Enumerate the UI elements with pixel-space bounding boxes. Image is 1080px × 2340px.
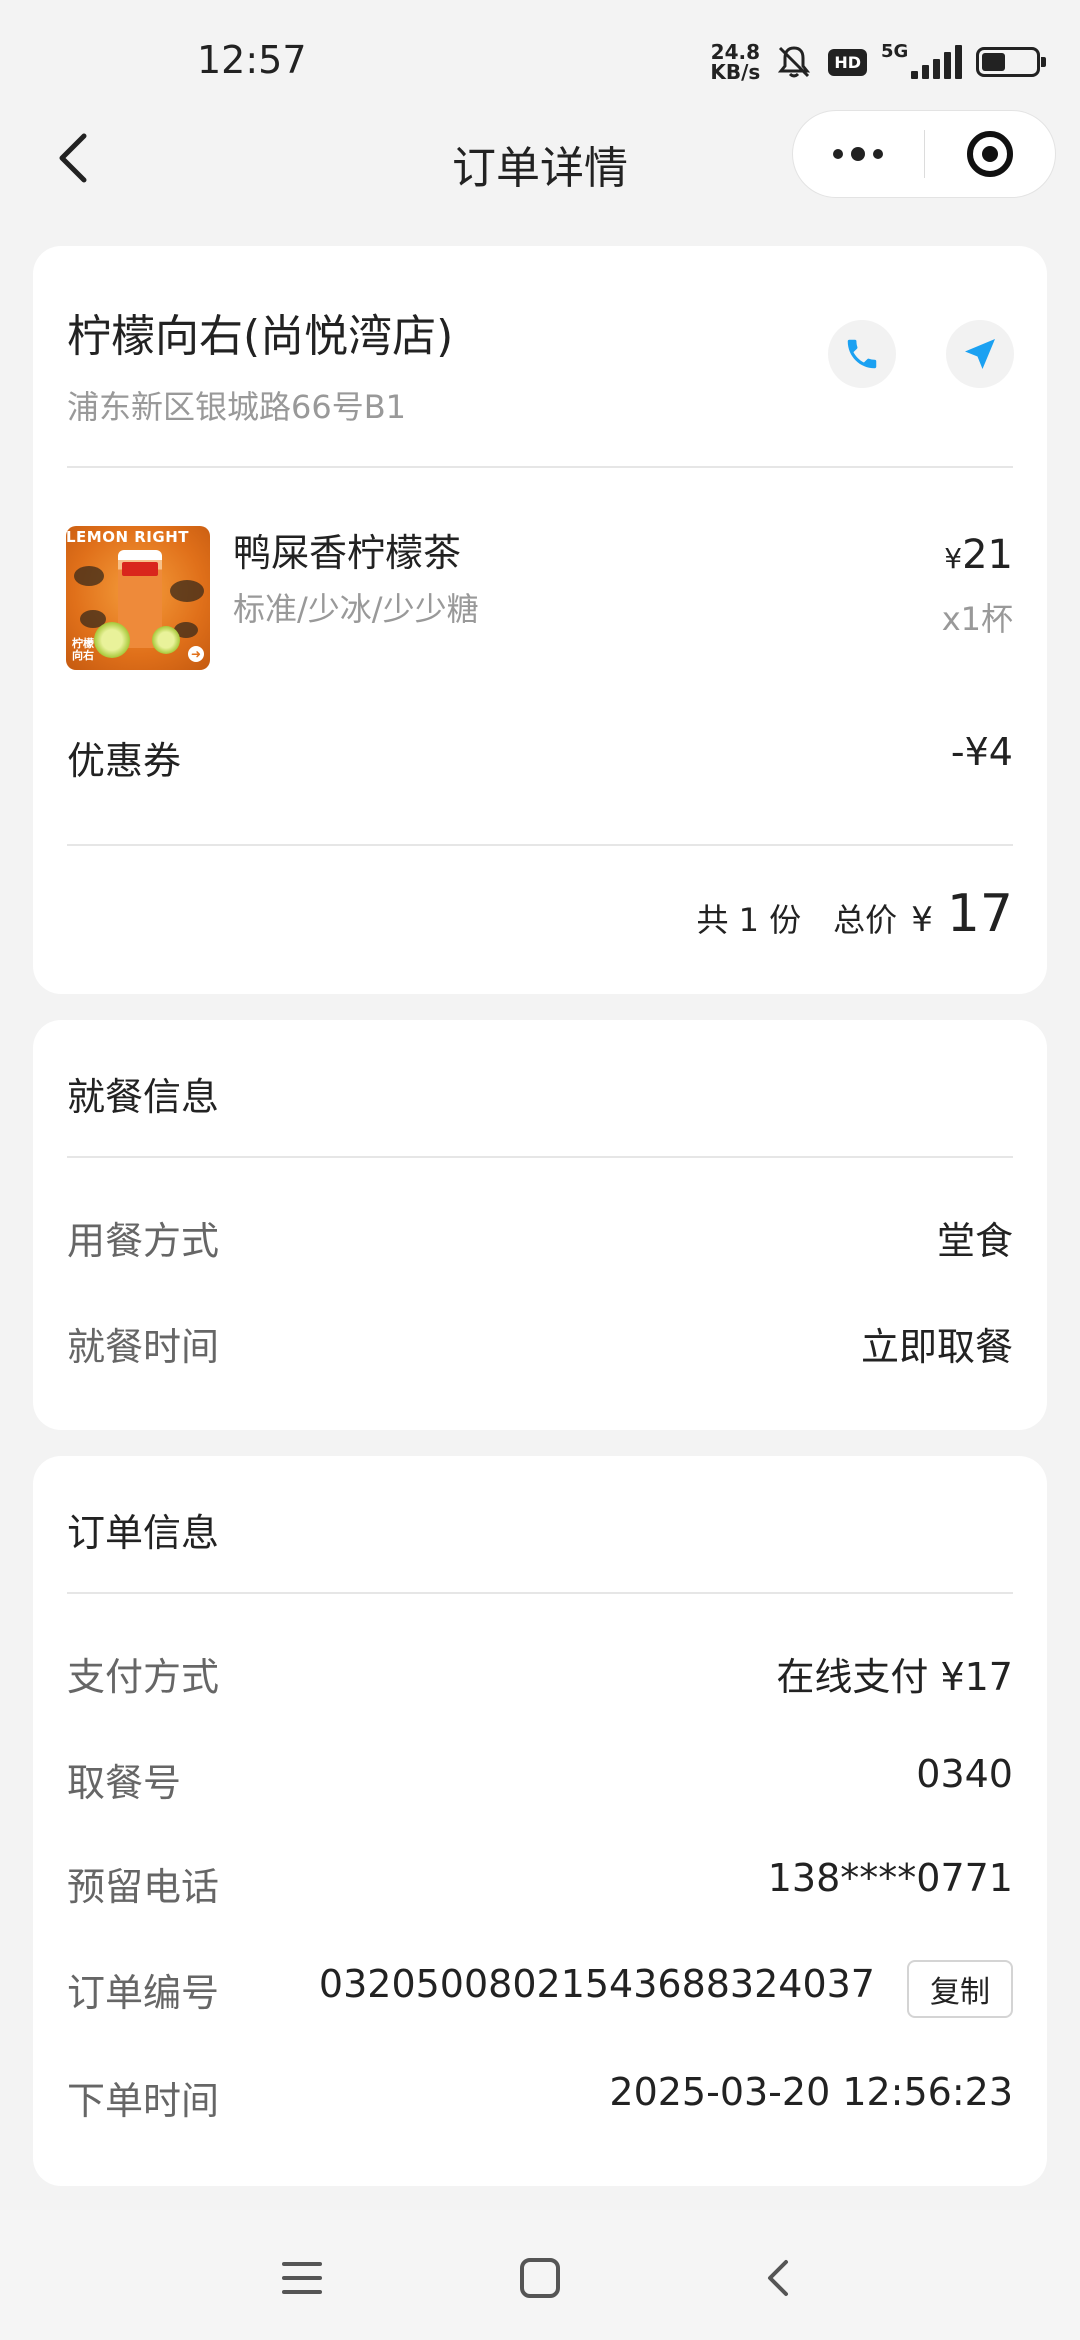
divider <box>67 1592 1013 1594</box>
network-type: 5G <box>881 41 909 62</box>
item-price: ¥21 <box>944 532 1013 578</box>
more-dots-icon <box>833 149 844 159</box>
pickup-number-value: 0340 <box>916 1752 1013 1796</box>
status-bar: 12:57 24.8 KB/s HD 5G <box>0 0 1080 110</box>
item-quantity: x1杯 <box>941 600 1013 638</box>
network-speed-unit: KB/s <box>710 60 761 84</box>
order-number-value: 03205008021543688324037 <box>318 1962 875 2006</box>
target-close-icon <box>966 131 1013 177</box>
status-time: 12:57 <box>197 38 307 82</box>
product-image-cup-label <box>122 562 158 576</box>
order-summary-card: 柠檬向右(尚悦湾店) 浦东新区银城路66号B1 LEMON RIGHT 柠檬 向… <box>33 246 1047 994</box>
battery-level <box>982 53 1006 71</box>
hd-badge: HD <box>828 48 867 76</box>
signal-bar <box>944 52 951 79</box>
item-name: 鸭屎香柠檬茶 <box>233 531 462 575</box>
order-time-label: 下单时间 <box>67 2079 220 2123</box>
mini-program-capsule <box>792 110 1056 198</box>
divider <box>67 844 1013 846</box>
product-image-logo-line: 向右 <box>72 649 94 662</box>
signal-bar <box>955 45 962 79</box>
item-price-value: 21 <box>962 532 1013 578</box>
mute-icon <box>778 46 811 78</box>
menu-nav-button[interactable] <box>272 2248 332 2308</box>
signal-bar <box>922 65 929 79</box>
store-name: 柠檬向右(尚悦湾店) <box>67 311 454 362</box>
pickup-number-label: 取餐号 <box>67 1761 182 1805</box>
order-info-card: 订单信息 支付方式 在线支付 ¥17 取餐号 0340 预留电话 138****… <box>33 1456 1047 2186</box>
total-row: 共 1 份 总价 ¥ 17 <box>696 884 1013 944</box>
more-button[interactable] <box>793 111 924 197</box>
more-dots-icon <box>873 149 884 159</box>
home-nav-button[interactable] <box>510 2248 570 2308</box>
image-leaf <box>74 566 104 586</box>
signal-icon: 5G <box>881 41 962 79</box>
phone-icon <box>847 339 877 369</box>
item-spec: 标准/少冰/少少糖 <box>233 590 479 628</box>
payment-method-label: 支付方式 <box>67 1655 220 1699</box>
back-nav-button[interactable] <box>748 2248 808 2308</box>
network-speed: 24.8 KB/s <box>710 42 760 82</box>
system-nav-bar <box>0 2210 1080 2340</box>
image-arrow-icon: ➜ <box>188 646 204 662</box>
battery-icon <box>976 47 1046 77</box>
total-count: 共 1 份 <box>696 901 802 939</box>
network-speed-value: 24.8 <box>710 40 761 64</box>
order-time-value: 2025-03-20 12:56:23 <box>609 2070 1013 2114</box>
dining-info-title: 就餐信息 <box>67 1075 220 1119</box>
image-lime <box>152 626 180 654</box>
dining-time-value: 立即取餐 <box>860 1325 1013 1369</box>
header: 订单详情 <box>0 110 1080 206</box>
back-chevron-icon <box>768 2260 788 2296</box>
image-leaf <box>170 580 204 602</box>
coupon-value: -¥4 <box>950 730 1013 774</box>
total-currency: ¥ <box>911 900 933 940</box>
copy-order-number-button[interactable]: 复制 <box>907 1960 1013 2018</box>
home-square-icon <box>520 2258 560 2298</box>
product-image: LEMON RIGHT 柠檬 向右 ➜ <box>66 526 210 670</box>
reserved-phone-label: 预留电话 <box>67 1865 220 1909</box>
order-number-label: 订单编号 <box>67 1971 220 2015</box>
image-lime <box>94 622 130 658</box>
divider <box>67 1156 1013 1158</box>
status-icons: 24.8 KB/s HD 5G <box>710 36 1046 88</box>
dining-method-label: 用餐方式 <box>67 1219 220 1263</box>
divider <box>67 466 1013 468</box>
dining-time-label: 就餐时间 <box>67 1325 220 1369</box>
close-button[interactable] <box>924 111 1055 197</box>
navigation-arrow-icon <box>965 339 995 369</box>
signal-bar <box>911 71 918 79</box>
item-price-currency: ¥ <box>944 542 963 575</box>
payment-method-value: 在线支付 ¥17 <box>776 1655 1013 1699</box>
coupon-label: 优惠券 <box>67 739 182 783</box>
total-label: 总价 <box>833 901 898 939</box>
order-info-title: 订单信息 <box>67 1511 220 1555</box>
store-address: 浦东新区银城路66号B1 <box>67 388 407 426</box>
more-dots-icon <box>851 147 866 161</box>
signal-bar <box>933 59 940 79</box>
total-amount: 17 <box>946 884 1013 944</box>
product-image-brand: LEMON RIGHT <box>66 528 189 546</box>
dining-method-value: 堂食 <box>936 1219 1013 1263</box>
call-store-button[interactable] <box>828 320 896 388</box>
navigate-button[interactable] <box>946 320 1014 388</box>
reserved-phone-value: 138****0771 <box>767 1856 1013 1900</box>
dining-info-card: 就餐信息 用餐方式 堂食 就餐时间 立即取餐 <box>33 1020 1047 1430</box>
menu-icon <box>282 2262 322 2294</box>
product-image-logo: 柠檬 向右 <box>72 638 94 662</box>
